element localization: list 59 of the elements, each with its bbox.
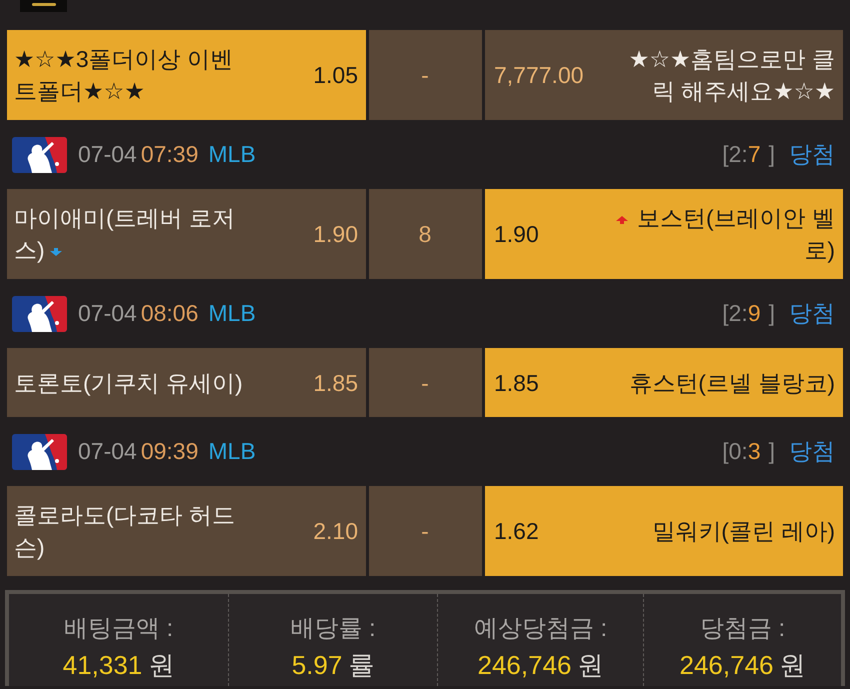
amount-text: 5.97 bbox=[292, 650, 342, 680]
amount-text: 41,331 bbox=[62, 650, 142, 680]
handicap-option[interactable]: - bbox=[369, 30, 482, 120]
logo-icon bbox=[20, 0, 67, 12]
team-name: 토론토(기쿠치 유세이) bbox=[14, 370, 243, 396]
league-text: MLB bbox=[208, 299, 256, 328]
bet-option[interactable]: ★☆★3폴더이상 이벤트폴더★☆★ 1.05 bbox=[7, 30, 366, 120]
league-text: MLB bbox=[208, 140, 256, 170]
unit-text: 원 bbox=[577, 650, 604, 680]
odds-text: 2.10 bbox=[313, 517, 358, 546]
result-text: 당첨 bbox=[789, 299, 835, 328]
team-name: 마이애미(트레버 로저스) bbox=[14, 205, 236, 263]
batter-logo-icon bbox=[12, 136, 67, 172]
team-name: 보스턴(브레이안 벨로) bbox=[636, 205, 835, 263]
odds-text: 1.62 bbox=[494, 517, 539, 546]
result-text: 당첨 bbox=[789, 437, 835, 466]
odds-text: 1.90 bbox=[313, 220, 358, 249]
summary-label: 배팅금액 : bbox=[64, 615, 174, 642]
handicap-option[interactable]: - bbox=[369, 486, 482, 576]
bet-option[interactable]: 1.62 밀워키(콜린 레아) bbox=[485, 486, 843, 576]
bet-option[interactable]: 콜로라도(다코타 허드슨) 2.10 bbox=[7, 486, 366, 576]
unit-text: 원 bbox=[148, 650, 174, 680]
team-name: 휴스턴(르넬 블랑코) bbox=[629, 370, 835, 396]
date-text: 07-04 bbox=[78, 140, 137, 170]
summary-label: 배당률 : bbox=[290, 615, 376, 642]
score-text: [2:9 ] bbox=[722, 299, 775, 328]
score-text: [2:7 ] bbox=[722, 140, 775, 170]
amount-text: 246,746 bbox=[680, 650, 774, 680]
time-text: 09:39 bbox=[140, 437, 198, 466]
result-text: 당첨 bbox=[789, 140, 835, 170]
unit-text: 원 bbox=[779, 650, 806, 680]
summary-label: 예상당첨금 : bbox=[474, 615, 608, 642]
handicap-option[interactable]: 8 bbox=[369, 189, 482, 279]
bet-option[interactable]: 1.90 보스턴(브레이안 벨로) bbox=[485, 189, 843, 279]
league-text: MLB bbox=[208, 437, 256, 466]
bet-option[interactable]: 7,777.00 ★☆★홈팀으로만 클릭 해주세요★☆★ bbox=[485, 30, 843, 120]
bet-option[interactable]: 1.85 휴스턴(르넬 블랑코) bbox=[485, 348, 843, 417]
odds-text: 1.05 bbox=[313, 61, 358, 90]
odds-text: 7,777.00 bbox=[494, 61, 584, 90]
summary-label: 당첨금 : bbox=[700, 615, 786, 642]
batter-logo-icon bbox=[12, 296, 67, 332]
bet-option[interactable]: 마이애미(트레버 로저스) 1.90 bbox=[7, 189, 366, 279]
score-text: [0:3 ] bbox=[722, 437, 775, 466]
odds-text: 1.85 bbox=[494, 368, 539, 398]
date-text: 07-04 bbox=[78, 299, 137, 328]
handicap-option[interactable]: - bbox=[369, 348, 482, 417]
batter-logo-icon bbox=[12, 434, 67, 470]
unit-text: 률 bbox=[348, 650, 374, 680]
team-name: ★☆★홈팀으로만 클릭 해주세요★☆★ bbox=[628, 46, 835, 104]
team-name: 밀워키(콜린 레아) bbox=[652, 518, 835, 544]
time-text: 08:06 bbox=[140, 299, 198, 328]
time-text: 07:39 bbox=[140, 140, 198, 170]
team-name: 콜로라도(다코타 허드슨) bbox=[14, 502, 236, 560]
odds-text: 1.90 bbox=[494, 220, 539, 249]
bet-option[interactable]: 토론토(기쿠치 유세이) 1.85 bbox=[7, 348, 366, 417]
date-text: 07-04 bbox=[78, 437, 137, 466]
amount-text: 246,746 bbox=[478, 650, 572, 680]
odds-text: 1.85 bbox=[313, 368, 358, 398]
team-name: ★☆★3폴더이상 이벤트폴더★☆★ bbox=[14, 46, 234, 104]
